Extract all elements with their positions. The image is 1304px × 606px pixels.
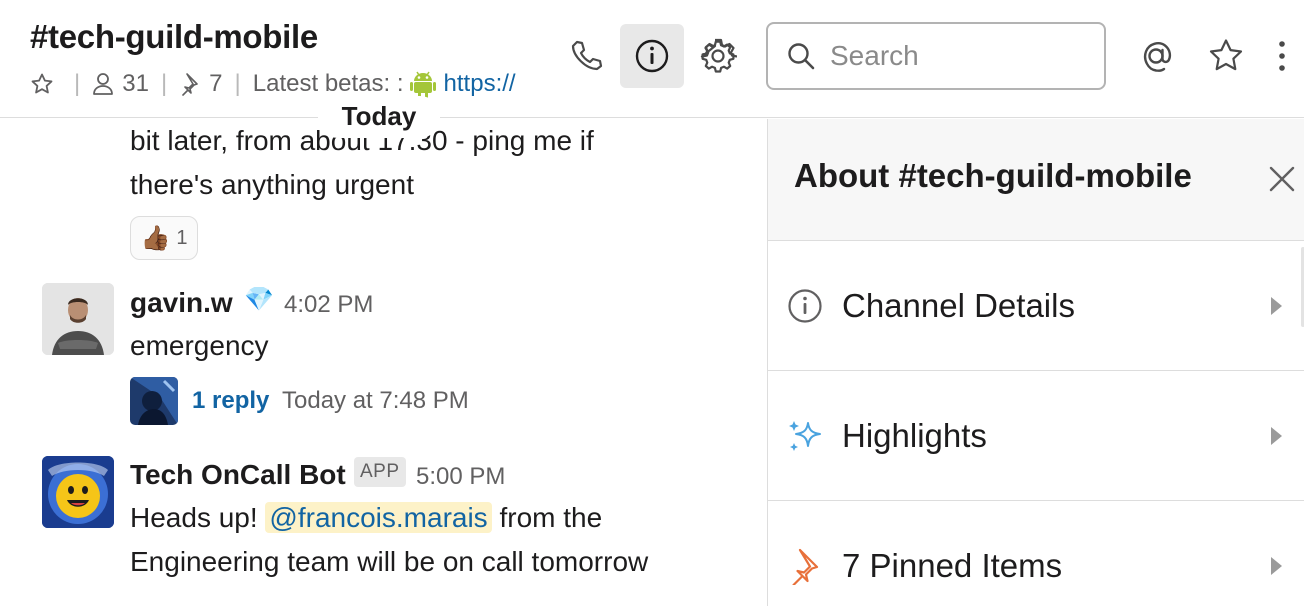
channel-title[interactable]: #tech-guild-mobile <box>30 18 318 56</box>
android-icon <box>409 69 436 99</box>
message-author[interactable]: Tech OnCall Bot <box>130 459 346 491</box>
search-icon <box>788 43 815 70</box>
avatar-gavin[interactable] <box>42 283 114 355</box>
message-text: Heads up! @francois.marais from the <box>130 496 602 540</box>
reaction-count: 1 <box>176 226 188 249</box>
info-icon <box>635 39 669 73</box>
pins-count-value: 7 <box>209 70 223 97</box>
user-mention[interactable]: @francois.marais <box>265 502 492 533</box>
row-label: Highlights <box>842 417 987 454</box>
meta-divider: | <box>160 70 168 97</box>
thread-reply-avatar[interactable] <box>130 377 178 425</box>
starred-items-button[interactable] <box>1194 24 1258 88</box>
panel-row-channel-details[interactable]: Channel Details <box>768 241 1304 371</box>
topic-link[interactable]: https:// <box>444 70 516 98</box>
pin-small-icon <box>182 73 198 96</box>
caret-right-icon <box>1271 427 1282 445</box>
members-count[interactable]: 31 <box>92 70 149 98</box>
message-text-part: from the <box>499 502 603 533</box>
caret-right-icon <box>1271 297 1282 315</box>
message-timestamp[interactable]: 4:02 PM <box>284 291 373 319</box>
star-channel-icon[interactable] <box>30 72 62 96</box>
channel-details-panel: About #tech-guild-mobile Channel Details… <box>767 119 1304 606</box>
pin-icon <box>786 547 824 585</box>
mentions-button[interactable] <box>1124 24 1188 88</box>
close-icon <box>1269 166 1295 192</box>
row-label: Channel Details <box>842 287 1075 324</box>
channel-meta: | 31 | 7 | Latest betas: : https:// <box>30 68 516 100</box>
star-icon <box>1209 39 1243 71</box>
app-badge: APP <box>354 457 406 487</box>
message-timestamp[interactable]: 5:00 PM <box>416 463 505 491</box>
message-author[interactable]: gavin.w <box>130 287 233 319</box>
search-input[interactable] <box>830 40 1090 72</box>
info-icon <box>786 287 824 325</box>
sparkles-icon <box>786 417 824 455</box>
search-box[interactable] <box>766 22 1106 90</box>
caret-right-icon <box>1271 557 1282 575</box>
gear-icon <box>700 38 737 73</box>
message-text: emergency <box>130 330 269 361</box>
panel-title: About #tech-guild-mobile <box>794 157 1192 194</box>
phone-icon <box>571 40 603 71</box>
panel-row-pinned-items[interactable]: 7 Pinned Items <box>768 501 1304 606</box>
panel-row-highlights[interactable]: Highlights <box>768 371 1304 501</box>
date-divider-today[interactable]: Today <box>318 96 440 138</box>
more-actions-button[interactable] <box>1252 24 1304 88</box>
channel-settings-button[interactable] <box>686 24 750 88</box>
close-panel-button[interactable] <box>1264 161 1300 197</box>
call-button[interactable] <box>554 24 618 88</box>
thumbs-up-icon: 👍🏾 <box>140 224 171 252</box>
panel-header: About #tech-guild-mobile <box>768 119 1304 241</box>
thread-replies-link[interactable]: 1 reply <box>192 387 269 415</box>
member-icon <box>93 73 114 95</box>
more-icon <box>1279 41 1285 71</box>
row-label: 7 Pinned Items <box>842 547 1063 584</box>
members-count-value: 31 <box>122 70 149 97</box>
diamond-icon: 💎 <box>244 286 274 313</box>
meta-divider: | <box>74 70 81 97</box>
meta-divider: | <box>234 70 241 97</box>
message-text-line: there's anything urgent <box>130 169 414 200</box>
at-icon <box>1143 42 1172 72</box>
channel-topic: Latest betas: : <box>252 70 404 97</box>
channel-header: #tech-guild-mobile | 31 | 7 | Latest bet… <box>0 0 1304 118</box>
reaction-thumbs-up[interactable]: 👍🏾 1 <box>130 216 198 260</box>
message-text-line: Engineering team will be on call tomorro… <box>130 546 649 577</box>
pins-count[interactable]: 7 <box>179 70 223 98</box>
channel-details-button[interactable] <box>620 24 684 88</box>
avatar-oncall-bot[interactable] <box>42 456 114 528</box>
message-list: bit later, from about 17.30 - ping me if… <box>0 119 767 606</box>
thread-last-reply-time: Today at 7:48 PM <box>282 387 469 414</box>
message-text-part: Heads up! <box>130 502 258 533</box>
